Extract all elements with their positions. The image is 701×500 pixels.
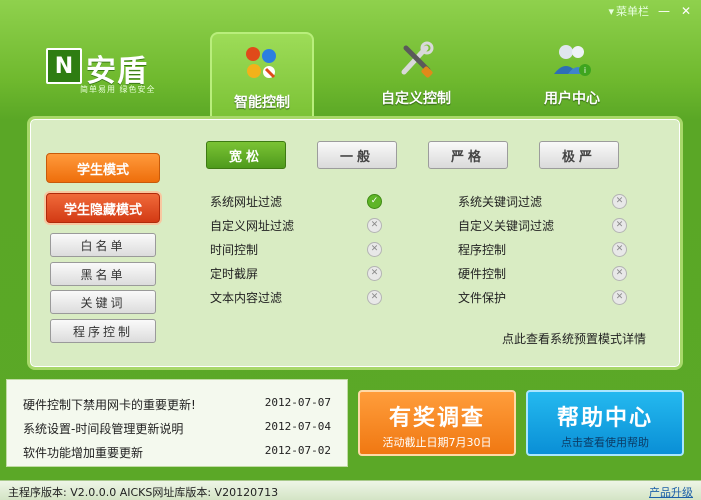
keywords-button[interactable]: 关键词: [50, 290, 156, 314]
feature-label: 系统网址过滤: [210, 195, 283, 209]
feature-label: 硬件控制: [458, 267, 507, 281]
feature-label: 系统关键词过滤: [458, 195, 543, 209]
student-hidden-mode-button[interactable]: 学生隐藏模式: [46, 193, 160, 223]
blacklist-button[interactable]: 黑名单: [50, 262, 156, 286]
tab-label: 用户中心: [544, 91, 600, 107]
title-bar: ▾ 菜单栏 — ✕: [608, 0, 701, 22]
feature-label: 时间控制: [210, 243, 259, 257]
whitelist-button[interactable]: 白名单: [50, 233, 156, 257]
feature-label: 定时截屏: [210, 267, 259, 281]
cross-icon: ✕: [612, 242, 627, 257]
minimize-button[interactable]: —: [657, 4, 671, 18]
tab-custom-control[interactable]: 自定义控制: [366, 30, 466, 110]
check-icon: ✓: [367, 194, 382, 209]
menu-bar-button[interactable]: ▾ 菜单栏: [608, 3, 649, 19]
logo-slogan: 简单易用 绿色安全: [80, 85, 156, 94]
cross-icon: ✕: [612, 218, 627, 233]
tab-label: 自定义控制: [381, 91, 451, 107]
cross-icon: ✕: [367, 242, 382, 257]
smart-control-icon: [246, 47, 276, 79]
news-title: 系统设置-时间段管理更新说明: [23, 422, 184, 436]
user-center-icon: i: [554, 45, 591, 76]
news-title: 软件功能增加重要更新: [23, 446, 144, 460]
survey-subtitle: 活动截止日期7月30日: [382, 436, 492, 449]
news-date: 2012-07-02: [264, 444, 331, 457]
feature-label: 文本内容过滤: [210, 291, 283, 305]
app-logo: N 安盾 简单易用 绿色安全: [46, 46, 166, 98]
student-mode-button[interactable]: 学生模式: [46, 153, 160, 183]
news-title: 硬件控制下禁用网卡的重要更新!: [23, 398, 196, 412]
tab-user-center[interactable]: i 用户中心: [522, 30, 622, 110]
feature-label: 程序控制: [458, 243, 507, 257]
close-button[interactable]: ✕: [679, 4, 693, 18]
level-loose-button[interactable]: 宽松: [206, 141, 286, 169]
status-bar: 主程序版本: V2.0.0.0 AICKS网址库版本: V20120713 产品…: [0, 480, 701, 500]
tools-icon: [401, 41, 434, 78]
version-text: 主程序版本: V2.0.0.0 AICKS网址库版本: V20120713: [8, 486, 279, 499]
cross-icon: ✕: [612, 266, 627, 281]
survey-title: 有奖调查: [388, 406, 485, 431]
help-subtitle: 点击查看使用帮助: [561, 436, 649, 449]
help-center-button[interactable]: 帮助中心 点击查看使用帮助: [526, 390, 684, 456]
feature-label: 文件保护: [458, 291, 507, 305]
logo-letter: N: [46, 48, 82, 84]
tab-smart-control[interactable]: 智能控制: [210, 32, 314, 118]
mode-detail-link[interactable]: 点此查看系统预置模式详情: [502, 330, 646, 347]
cross-icon: ✕: [367, 218, 382, 233]
mode-panel: 学生模式 学生隐藏模式 白名单 黑名单 关键词 程序控制 宽松 一般 严格 极严…: [27, 116, 683, 370]
cross-icon: ✕: [612, 194, 627, 209]
cross-icon: ✕: [367, 290, 382, 305]
tab-label: 智能控制: [234, 95, 290, 111]
survey-button[interactable]: 有奖调查 活动截止日期7月30日: [358, 390, 516, 456]
svg-text:i: i: [584, 66, 586, 75]
level-extreme-button[interactable]: 极严: [539, 141, 619, 169]
level-strict-button[interactable]: 严格: [428, 141, 508, 169]
cross-icon: ✕: [367, 266, 382, 281]
feature-label: 自定义关键词过滤: [458, 219, 555, 233]
news-list: 硬件控制下禁用网卡的重要更新! 2012-07-07 系统设置-时间段管理更新说…: [6, 379, 348, 467]
program-control-button[interactable]: 程序控制: [50, 319, 156, 343]
cross-icon: ✕: [612, 290, 627, 305]
menu-bar-label: 菜单栏: [616, 5, 649, 18]
news-date: 2012-07-07: [264, 396, 331, 409]
product-upgrade-link[interactable]: 产品升级: [649, 484, 693, 500]
news-date: 2012-07-04: [264, 420, 331, 433]
level-normal-button[interactable]: 一般: [317, 141, 397, 169]
help-title: 帮助中心: [556, 406, 653, 431]
app-window: ▾ 菜单栏 — ✕ N 安盾 简单易用 绿色安全 智能控制 自定义控制 i 用户…: [0, 0, 701, 500]
feature-label: 自定义网址过滤: [210, 219, 295, 233]
chevron-down-icon: ▾: [608, 4, 614, 18]
